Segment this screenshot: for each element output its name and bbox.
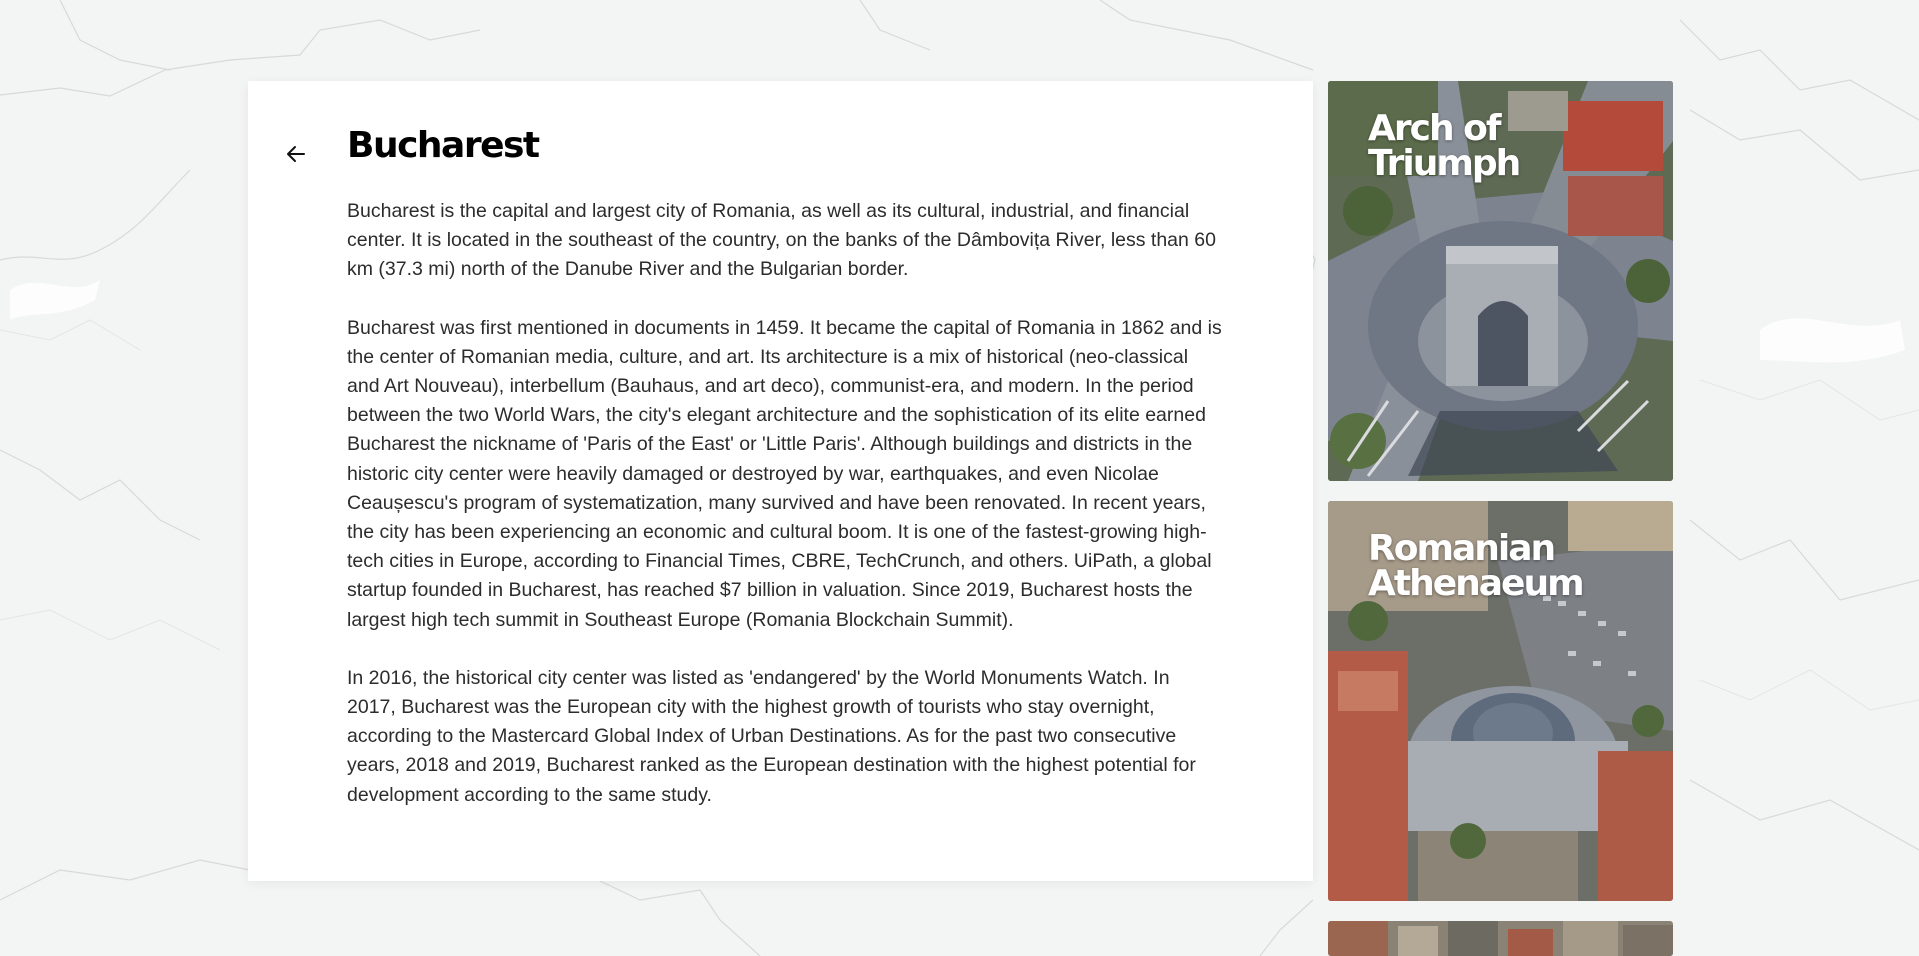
city-aerial-image (1328, 921, 1673, 956)
place-card[interactable] (1328, 921, 1673, 956)
place-title: Arch of Triumph (1368, 108, 1521, 184)
arrow-left-icon (287, 146, 305, 162)
place-title: Romanian Athenaeum (1368, 528, 1585, 604)
place-card-arch-of-triumph[interactable]: Arch of Triumph (1328, 81, 1673, 481)
back-button[interactable] (278, 136, 314, 172)
place-card-romanian-athenaeum[interactable]: Romanian Athenaeum (1328, 501, 1673, 901)
city-info-card: Bucharest Bucharest is the capital and l… (248, 81, 1313, 881)
description-paragraph: In 2016, the historical city center was … (347, 666, 1196, 806)
page-title: Bucharest (347, 125, 540, 166)
description-paragraph: Bucharest is the capital and largest cit… (347, 200, 1216, 281)
city-description: Bucharest is the capital and largest cit… (347, 197, 1222, 839)
description-paragraph: Bucharest was first mentioned in documen… (347, 316, 1222, 631)
